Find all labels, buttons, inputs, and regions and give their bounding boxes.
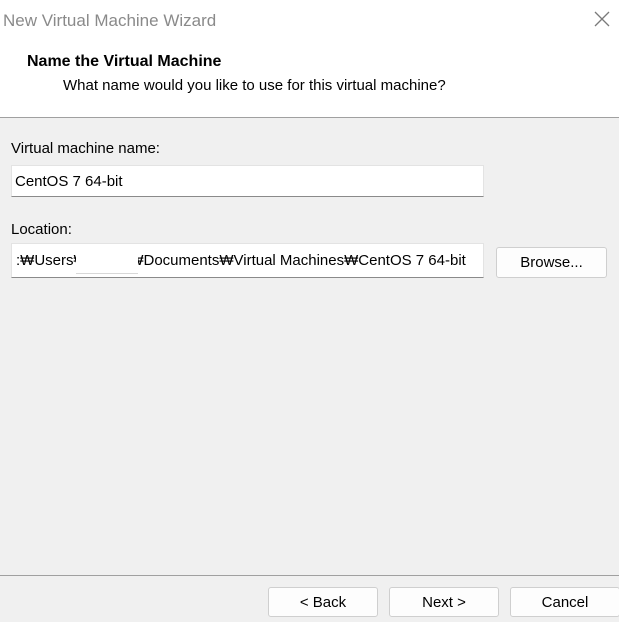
vm-name-input[interactable] — [11, 165, 484, 197]
page-title: Name the Virtual Machine — [27, 53, 222, 70]
title-bar: New Virtual Machine Wizard — [0, 0, 619, 44]
back-button[interactable]: < Back — [268, 587, 378, 617]
cancel-button[interactable]: Cancel — [510, 587, 619, 617]
footer-divider — [0, 575, 619, 576]
wizard-header: Name the Virtual Machine What name would… — [0, 44, 619, 118]
browse-button[interactable]: Browse... — [496, 247, 607, 278]
redacted-username — [76, 249, 138, 274]
close-icon — [594, 11, 610, 27]
wizard-window: New Virtual Machine Wizard Name the Virt… — [0, 0, 619, 622]
next-button[interactable]: Next > — [389, 587, 499, 617]
close-button[interactable] — [587, 4, 617, 34]
vm-name-label: Virtual machine name: — [11, 140, 160, 157]
location-label: Location: — [11, 221, 72, 238]
page-subtitle: What name would you like to use for this… — [63, 77, 446, 94]
window-title: New Virtual Machine Wizard — [3, 11, 217, 30]
